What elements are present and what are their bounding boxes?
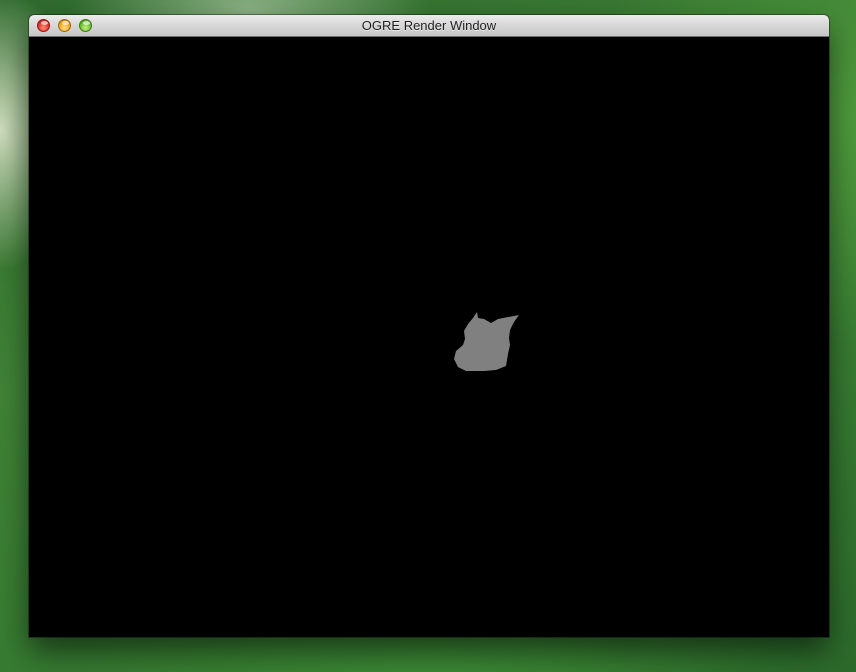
- desktop-background: OGRE Render Window: [0, 0, 856, 672]
- ogre-render-window[interactable]: OGRE Render Window: [29, 15, 829, 637]
- render-viewport[interactable]: [29, 37, 829, 637]
- model-silhouette: [454, 312, 519, 371]
- rendered-ogre-head-model: [454, 312, 519, 371]
- title-bar[interactable]: OGRE Render Window: [29, 15, 829, 37]
- window-title: OGRE Render Window: [361, 18, 497, 33]
